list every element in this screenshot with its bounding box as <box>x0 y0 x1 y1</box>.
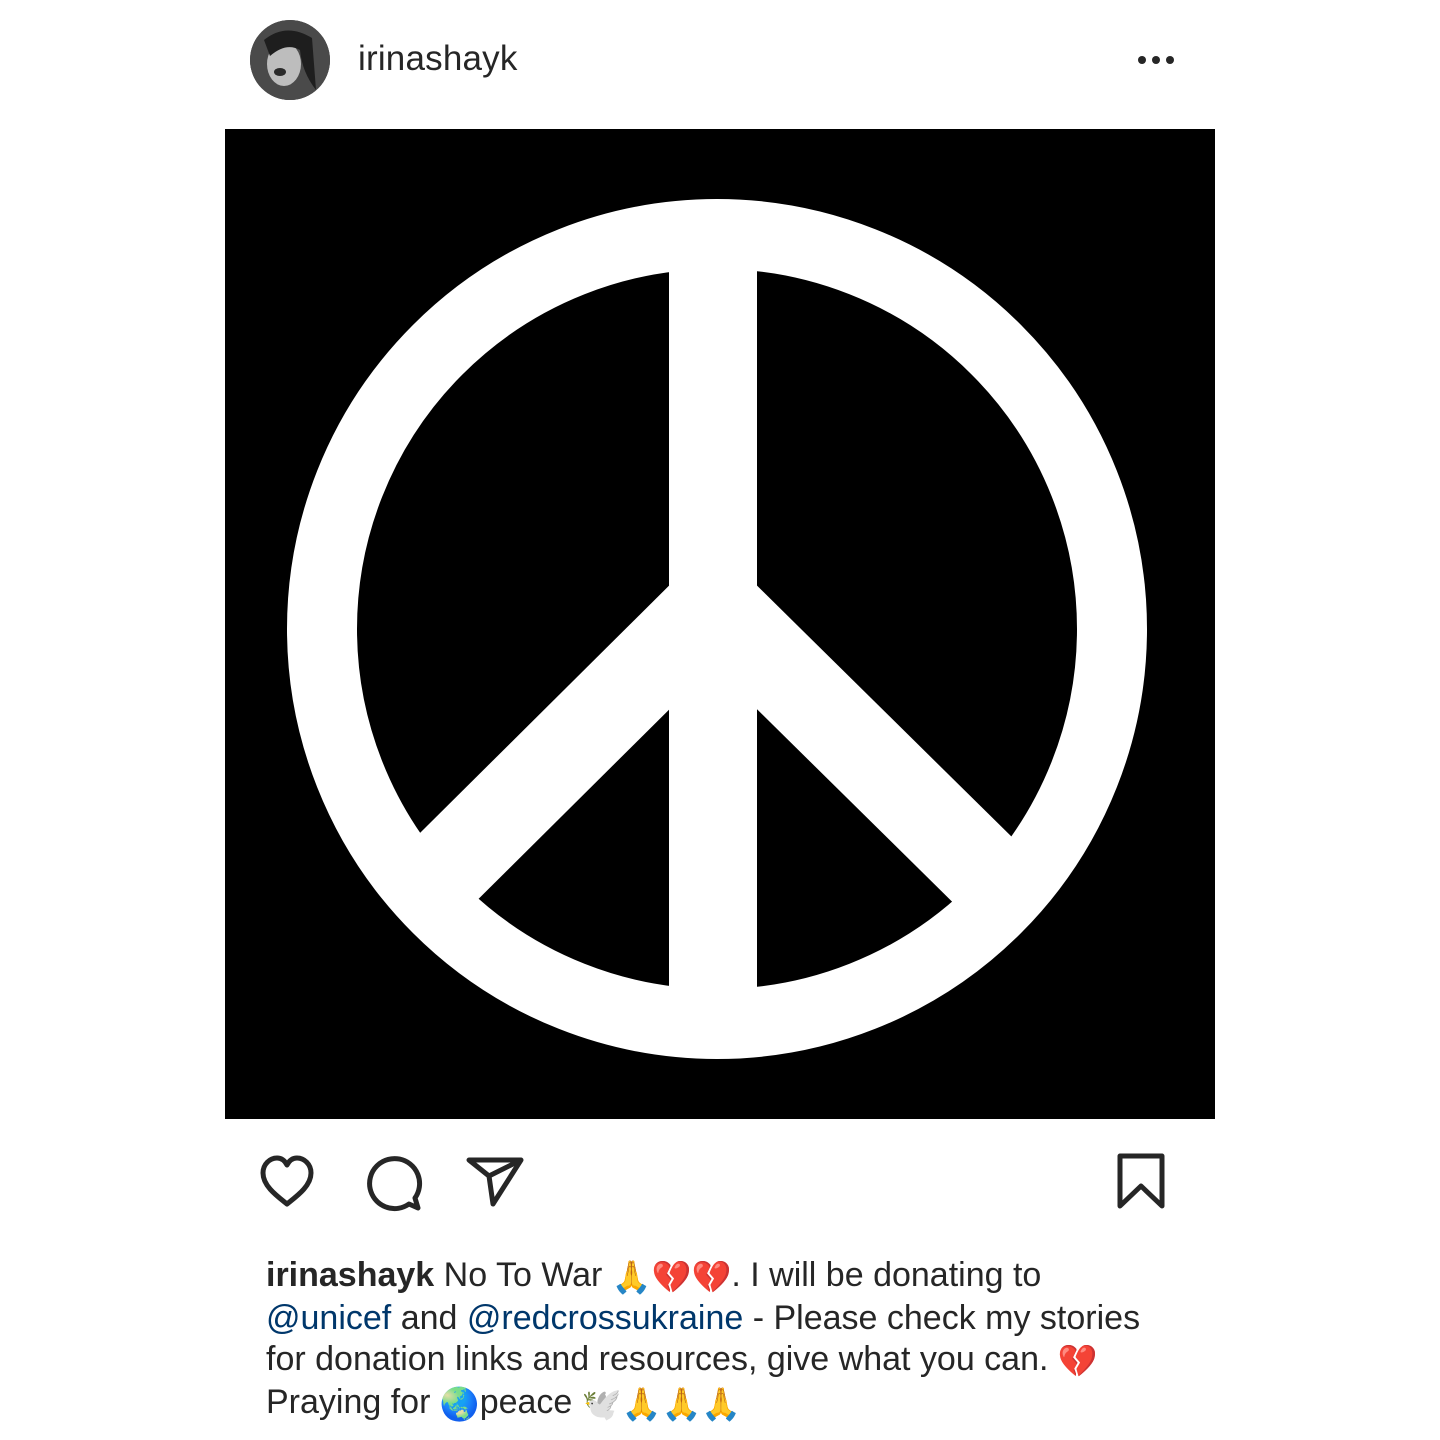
caption-emoji: 🕊️🙏🙏🙏 <box>581 1385 742 1423</box>
mention-unicef-link[interactable]: @unicef <box>266 1299 391 1337</box>
caption-text: Praying for <box>266 1383 440 1421</box>
send-icon[interactable] <box>463 1150 527 1214</box>
caption-username[interactable]: irinashayk <box>266 1256 434 1294</box>
caption-emoji: 🙏💔💔 <box>611 1258 732 1296</box>
caption-text: No To War <box>434 1256 612 1294</box>
post-caption: irinashayk No To War 🙏💔💔. I will be dona… <box>266 1255 1176 1425</box>
post-image[interactable] <box>225 129 1215 1119</box>
more-options-icon[interactable] <box>1136 52 1180 68</box>
caption-emoji: 🌏 <box>439 1385 480 1423</box>
heart-icon[interactable] <box>255 1150 319 1214</box>
caption-text: and <box>391 1299 467 1337</box>
mention-redcrossukraine-link[interactable]: @redcrossukraine <box>467 1299 743 1337</box>
post-header: irinashayk <box>250 20 1190 102</box>
avatar[interactable] <box>250 20 330 100</box>
post-username[interactable]: irinashayk <box>358 39 518 79</box>
comment-icon[interactable] <box>360 1150 424 1214</box>
peace-sign-icon <box>287 199 1147 1059</box>
post-actions <box>255 1150 1175 1214</box>
caption-text: peace <box>479 1383 582 1421</box>
caption-text: . I will be donating to <box>731 1256 1042 1294</box>
caption-emoji: 💔 <box>1057 1342 1098 1380</box>
bookmark-icon[interactable] <box>1110 1150 1174 1214</box>
